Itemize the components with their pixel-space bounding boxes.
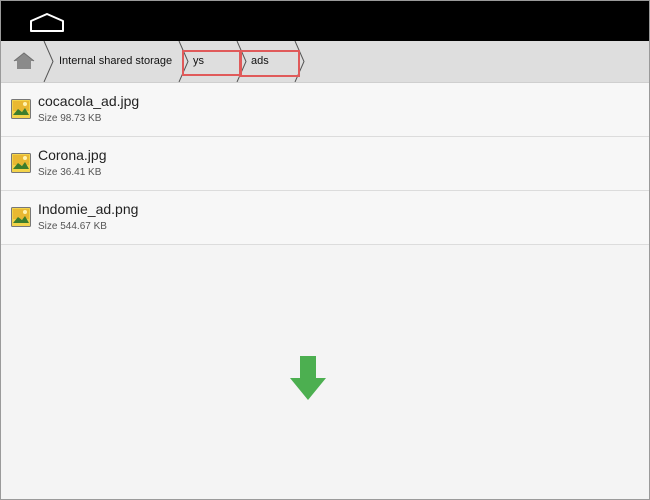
file-size: Size 98.73 KB	[38, 113, 102, 124]
breadcrumb: Internal shared storage ys ads	[1, 41, 649, 83]
home-outline-icon[interactable]	[27, 11, 67, 33]
image-file-icon	[11, 99, 31, 119]
breadcrumb-item-ads[interactable]: ads	[251, 41, 269, 82]
highlight-box-ads	[239, 50, 300, 77]
house-icon[interactable]	[1, 41, 47, 82]
chevron-right-icon	[43, 41, 55, 82]
breadcrumb-item-ys[interactable]: ys	[193, 41, 204, 82]
file-list: cocacola_ad.jpg Size 98.73 KB Corona.jpg…	[1, 83, 649, 245]
file-browser-screen: Internal shared storage ys ads cocacola_…	[0, 0, 650, 500]
file-name: Indomie_ad.png	[38, 201, 139, 217]
list-item[interactable]: cocacola_ad.jpg Size 98.73 KB	[1, 83, 649, 137]
file-size: Size 544.67 KB	[38, 221, 107, 232]
breadcrumb-item-internal-storage[interactable]: Internal shared storage	[59, 41, 172, 82]
highlight-box-ys	[182, 50, 242, 76]
system-bar	[1, 1, 649, 41]
file-name: Corona.jpg	[38, 147, 107, 163]
file-size: Size 36.41 KB	[38, 167, 102, 178]
chevron-right-icon	[178, 41, 190, 82]
chevron-right-icon	[294, 41, 306, 82]
list-item[interactable]: Corona.jpg Size 36.41 KB	[1, 137, 649, 191]
list-item[interactable]: Indomie_ad.png Size 544.67 KB	[1, 191, 649, 245]
download-arrow-icon	[290, 356, 326, 400]
file-name: cocacola_ad.jpg	[38, 93, 140, 109]
image-file-icon	[11, 207, 31, 227]
image-file-icon	[11, 153, 31, 173]
chevron-right-icon	[236, 41, 248, 82]
